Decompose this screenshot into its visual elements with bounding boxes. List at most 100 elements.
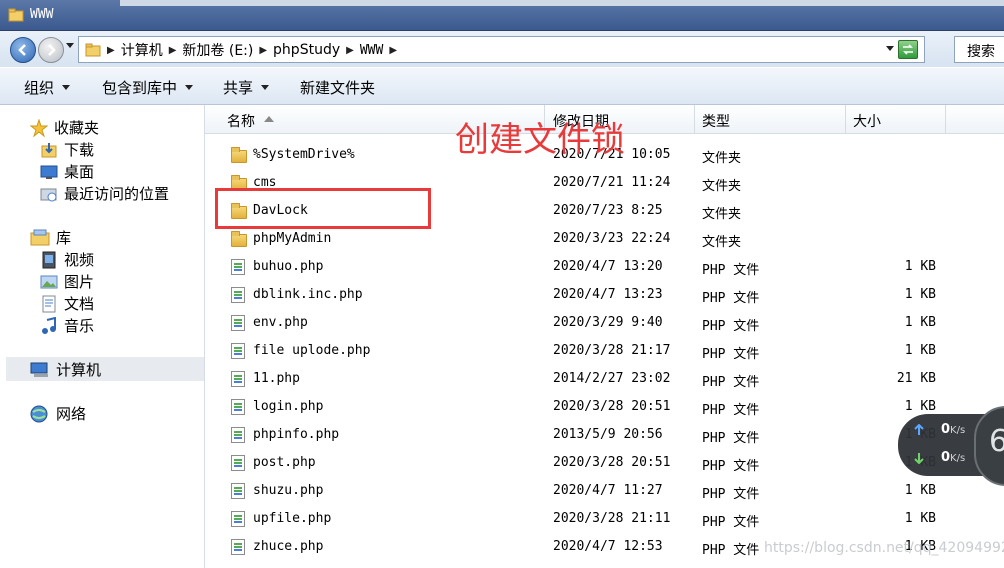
file-row[interactable]: 11.php 2014/2/27 23:02 PHP 文件 21 KB — [205, 365, 1004, 393]
file-type: PHP 文件 — [702, 319, 760, 334]
nav-label: 音乐 — [64, 317, 95, 335]
nav-item-network[interactable]: 网络 — [30, 403, 86, 424]
file-row[interactable]: env.php 2020/3/29 9:40 PHP 文件 1 KB — [205, 309, 1004, 337]
column-type[interactable]: 类型 — [702, 111, 730, 131]
file-row[interactable]: login.php 2020/3/28 20:51 PHP 文件 1 KB — [205, 393, 1004, 421]
chevron-down-icon — [185, 85, 194, 90]
file-type: PHP 文件 — [702, 291, 760, 306]
file-modified: 2020/3/28 20:51 — [553, 399, 671, 414]
nav-item-desktop[interactable]: 桌面 — [40, 161, 94, 182]
chevron-right-icon[interactable]: ▶ — [346, 45, 354, 56]
file-row[interactable]: phpinfo.php2013/5/9 20:56PHP 文件1 KB — [205, 421, 1004, 449]
organize-button[interactable]: 组织 — [24, 77, 71, 98]
file-row[interactable]: shuzu.php 2020/4/7 11:27 PHP 文件 1 KB — [205, 477, 1004, 505]
file-name: dblink.inc.php — [253, 287, 363, 302]
chevron-right-icon[interactable]: ▶ — [389, 45, 397, 56]
breadcrumb-phpstudy[interactable]: phpStudy — [273, 42, 340, 58]
nav-item-recent[interactable]: 最近访问的位置 — [40, 183, 169, 204]
php-file-icon — [231, 511, 245, 527]
upload-unit: K/s — [950, 425, 966, 436]
php-file-icon — [231, 259, 245, 275]
file-type: 文件夹 — [702, 207, 742, 222]
file-size: 1 KB — [904, 343, 936, 358]
download-speed: 0K/s — [941, 450, 965, 465]
new-folder-button[interactable]: 新建文件夹 — [300, 77, 375, 98]
file-type: PHP 文件 — [702, 459, 760, 474]
organize-label: 组织 — [24, 79, 55, 97]
file-modified: 2020/3/28 20:51 — [553, 455, 671, 470]
music-icon — [42, 316, 56, 334]
nav-label: 库 — [56, 229, 72, 247]
file-modified: 2020/3/28 21:17 — [553, 343, 671, 358]
php-file-icon — [231, 287, 245, 303]
search-placeholder: 搜索 — [967, 44, 995, 60]
nav-label: 计算机 — [56, 361, 102, 379]
folder-icon — [8, 8, 24, 22]
file-size: 1 KB — [904, 511, 936, 526]
include-library-button[interactable]: 包含到库中 — [102, 77, 194, 98]
forward-button[interactable] — [38, 37, 64, 63]
nav-item-libraries[interactable]: 库 — [30, 227, 71, 248]
php-file-icon — [231, 427, 245, 443]
file-row[interactable]: dblink.inc.php 2020/4/7 13:23 PHP 文件 1 KB — [205, 281, 1004, 309]
php-file-icon — [231, 399, 245, 415]
file-list: 名称 修改日期 类型 大小 %SystemDrive% 2020/7/21 10:… — [205, 105, 1004, 568]
file-row[interactable]: buhuo.php 2020/4/7 13:20 PHP 文件 1 KB — [205, 253, 1004, 281]
nav-label: 桌面 — [64, 163, 95, 181]
nav-item-documents[interactable]: 文档 — [40, 293, 94, 314]
file-type: PHP 文件 — [702, 487, 760, 502]
file-row[interactable]: post.php2020/3/28 20:51PHP 文件1 KB — [205, 449, 1004, 477]
php-file-icon — [231, 483, 245, 499]
network-speed-widget[interactable]: 0K/s 0K/s 6 — [898, 406, 1004, 486]
file-row[interactable]: upfile.php 2020/3/28 21:11 PHP 文件 1 KB — [205, 505, 1004, 533]
refresh-button[interactable] — [898, 40, 918, 59]
recent-places-icon — [40, 188, 57, 201]
address-dropdown[interactable] — [886, 46, 894, 51]
chevron-right-icon[interactable]: ▶ — [169, 45, 177, 56]
search-input[interactable]: 搜索 — [954, 36, 1004, 63]
computer-icon — [30, 362, 48, 377]
file-type: PHP 文件 — [702, 543, 760, 558]
chevron-right-icon[interactable]: ▶ — [259, 45, 267, 56]
breadcrumb-www[interactable]: WWW — [360, 43, 383, 58]
file-modified: 2020/3/28 21:11 — [553, 511, 671, 526]
navigation-pane: 收藏夹 下载 桌面 最近访问的位置 库 视频 图片 文档 音乐 计算机 网络 — [0, 105, 205, 568]
file-size: 1 KB — [904, 483, 936, 498]
chevron-right-icon[interactable]: ▶ — [107, 45, 115, 56]
file-type: PHP 文件 — [702, 515, 760, 530]
address-bar[interactable]: ▶ 计算机 ▶ 新加卷 (E:) ▶ phpStudy ▶ WWW ▶ — [78, 36, 925, 63]
annotation-label: 创建文件锁 — [455, 120, 625, 160]
breadcrumb-computer[interactable]: 计算机 — [121, 40, 163, 60]
file-type: 文件夹 — [702, 235, 742, 250]
file-type: PHP 文件 — [702, 347, 760, 362]
window-title: WWW — [30, 7, 54, 22]
file-size: 1 KB — [904, 287, 936, 302]
documents-icon — [42, 295, 56, 312]
column-name[interactable]: 名称 — [227, 111, 255, 131]
file-row[interactable]: phpMyAdmin 2020/3/23 22:24 文件夹 — [205, 225, 1004, 253]
highlight-box — [215, 188, 431, 229]
nav-item-pictures[interactable]: 图片 — [40, 271, 94, 292]
desktop-icon — [40, 165, 58, 179]
file-type: 文件夹 — [702, 151, 742, 166]
upload-value: 0 — [941, 422, 951, 437]
file-row[interactable]: file uplode.php 2020/3/28 21:17 PHP 文件 1 KB — [205, 337, 1004, 365]
nav-item-music[interactable]: 音乐 — [40, 315, 94, 336]
library-icon — [30, 229, 50, 245]
share-label: 共享 — [223, 79, 254, 97]
file-name: %SystemDrive% — [253, 147, 355, 162]
nav-item-downloads[interactable]: 下载 — [40, 139, 94, 160]
back-button[interactable] — [10, 37, 36, 63]
breadcrumb-drive[interactable]: 新加卷 (E:) — [182, 40, 253, 60]
downloads-folder-icon — [41, 142, 57, 157]
column-size[interactable]: 大小 — [853, 111, 881, 131]
history-dropdown[interactable] — [66, 43, 74, 48]
nav-item-favorites[interactable]: 收藏夹 — [30, 117, 99, 138]
nav-label: 视频 — [64, 251, 95, 269]
nav-item-computer[interactable]: 计算机 — [30, 359, 101, 380]
file-modified: 2020/4/7 12:53 — [553, 539, 663, 554]
share-button[interactable]: 共享 — [223, 77, 270, 98]
file-type: PHP 文件 — [702, 263, 760, 278]
title-bar: WWW — [0, 0, 1004, 31]
nav-item-videos[interactable]: 视频 — [40, 249, 94, 270]
